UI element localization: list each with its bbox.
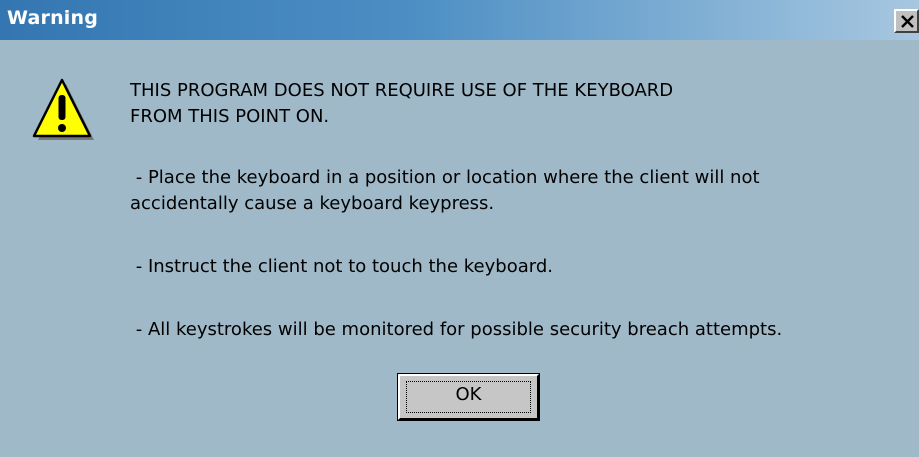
- dialog-title: Warning: [7, 7, 99, 29]
- warning-triangle-icon: [32, 78, 94, 140]
- title-bar[interactable]: Warning: [0, 0, 919, 40]
- instruction-place-line-1: - Place the keyboard in a position or lo…: [130, 167, 760, 188]
- close-icon: [901, 15, 914, 28]
- warning-heading-line-1: THIS PROGRAM DOES NOT REQUIRE USE OF THE…: [130, 80, 674, 101]
- warning-dialog: Warning THIS PROGRAM DOES NOT REQUIRE US…: [0, 0, 919, 457]
- instruction-place-line-2: accidentally cause a keyboard keypress.: [130, 193, 495, 214]
- warning-heading-line-2: FROM THIS POINT ON.: [130, 106, 330, 127]
- instruction-do-not-touch: - Instruct the client not to touch the k…: [130, 256, 553, 277]
- ok-button-label: OK: [455, 384, 482, 405]
- ok-button[interactable]: OK: [397, 373, 540, 421]
- instruction-monitoring-notice: - All keystrokes will be monitored for p…: [130, 319, 783, 340]
- close-button[interactable]: [894, 9, 919, 33]
